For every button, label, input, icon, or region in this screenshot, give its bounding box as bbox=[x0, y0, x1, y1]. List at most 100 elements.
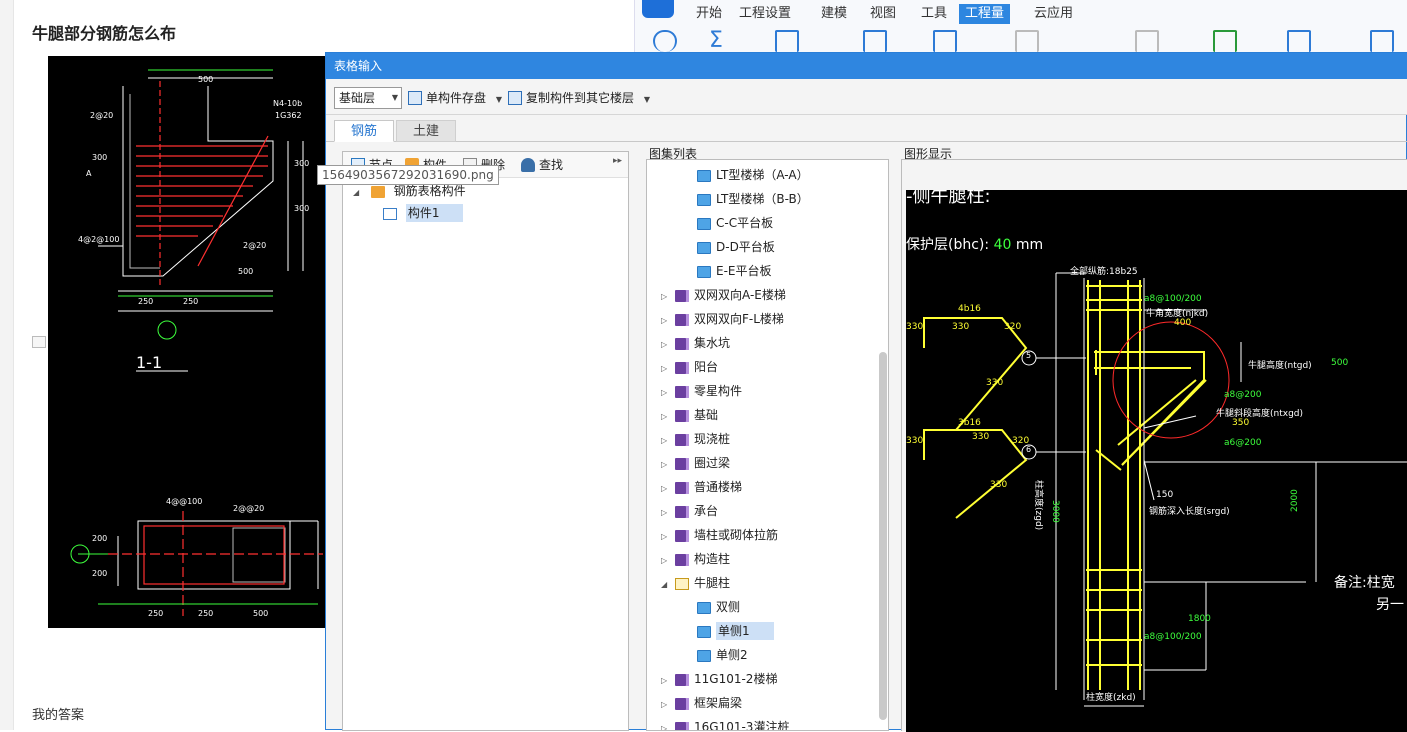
menu-tools[interactable]: 工具 bbox=[915, 4, 953, 24]
expand-triangle-icon[interactable]: ▷ bbox=[661, 478, 675, 500]
atlas-item[interactable]: ▷ 16G101-3灌注桩 bbox=[661, 716, 790, 731]
atlas-item[interactable]: ◢ 牛腿柱 bbox=[661, 572, 730, 594]
atlas-item[interactable]: ▷ 集水坑 bbox=[661, 332, 730, 354]
collapse-triangle-icon[interactable]: ◢ bbox=[353, 182, 367, 204]
expand-triangle-icon[interactable]: ▷ bbox=[661, 694, 675, 716]
menu-cloud[interactable]: 云应用 bbox=[1028, 4, 1079, 24]
expand-triangle-icon[interactable]: ▷ bbox=[661, 502, 675, 524]
tab-rebar[interactable]: 钢筋 bbox=[334, 120, 394, 142]
binoculars-icon bbox=[521, 158, 535, 172]
page-icon bbox=[697, 265, 711, 278]
atlas-item[interactable]: ▷ 普通楼梯 bbox=[661, 476, 742, 498]
dialog-title[interactable]: 表格输入 bbox=[326, 53, 1407, 79]
expand-triangle-icon[interactable]: ▷ bbox=[661, 670, 675, 692]
expand-triangle-icon[interactable]: ▷ bbox=[661, 718, 675, 730]
menu-project-settings[interactable]: 工程设置 bbox=[733, 4, 797, 24]
expand-triangle-icon[interactable]: ▷ bbox=[661, 382, 675, 404]
atlas-item-label: 圈过梁 bbox=[694, 456, 731, 470]
atlas-item[interactable]: E-E平台板 bbox=[697, 260, 772, 282]
atlas-item[interactable]: ▷ 双网双向A-E楼梯 bbox=[661, 284, 786, 306]
atlas-item[interactable]: ▷ 阳台 bbox=[661, 356, 718, 378]
expand-triangle-icon[interactable]: ▷ bbox=[661, 430, 675, 452]
app-ribbon: 开始 工程设置 建模 视图 工具 工程量 云应用 Σ bbox=[634, 0, 1407, 52]
scrollbar-thumb[interactable] bbox=[879, 352, 887, 720]
book-icon bbox=[675, 673, 689, 686]
cad-dim-left-1: 2@20 bbox=[90, 111, 113, 120]
atlas-item[interactable]: ▷ 墙柱或砌体拉筋 bbox=[661, 524, 778, 546]
atlas-item[interactable]: ▷ 零星构件 bbox=[661, 380, 742, 402]
drawing-heading: -侧牛腿柱: bbox=[906, 190, 991, 207]
page-icon bbox=[697, 169, 711, 182]
atlas-item-label: 现浇桩 bbox=[694, 432, 731, 446]
edit-rebar-icon[interactable] bbox=[933, 30, 957, 52]
rebar6-dim-4: 330 bbox=[990, 480, 1008, 490]
copy-to-floor-button[interactable]: 复制构件到其它楼层 ▼ bbox=[506, 87, 650, 109]
menu-quantity[interactable]: 工程量 bbox=[959, 4, 1011, 24]
chevron-down-icon: ▼ bbox=[391, 93, 398, 102]
atlas-item[interactable]: ▷ 承台 bbox=[661, 500, 718, 522]
table-edit-icon[interactable] bbox=[1287, 30, 1311, 52]
expand-triangle-icon[interactable]: ▷ bbox=[661, 286, 675, 308]
component-icon bbox=[383, 207, 397, 220]
atlas-item[interactable]: D-D平台板 bbox=[697, 236, 775, 258]
atlas-item[interactable]: ▷ 圈过梁 bbox=[661, 452, 730, 474]
atlas-item[interactable]: C-C平台板 bbox=[697, 212, 773, 234]
cad-note-mid: 2@20 bbox=[243, 241, 266, 250]
book-icon bbox=[675, 481, 689, 494]
atlas-item[interactable]: ▷ 基础 bbox=[661, 404, 718, 426]
atlas-item[interactable]: ▷ 构造柱 bbox=[661, 548, 730, 570]
expand-triangle-icon[interactable]: ▷ bbox=[661, 550, 675, 572]
expand-triangle-icon[interactable]: ▷ bbox=[661, 310, 675, 332]
atlas-item-label: 11G101-2楼梯 bbox=[694, 672, 778, 686]
page-icon bbox=[697, 217, 711, 230]
find-button[interactable]: 查找 bbox=[521, 156, 563, 174]
report-icon[interactable] bbox=[775, 30, 799, 52]
expand-triangle-icon[interactable]: ▷ bbox=[661, 334, 675, 356]
atlas-item[interactable]: 单侧2 bbox=[697, 644, 748, 666]
atlas-item[interactable]: ▷ 框架扁梁 bbox=[661, 692, 742, 714]
app-logo-icon bbox=[642, 0, 674, 18]
atlas-item[interactable]: 单侧1 bbox=[697, 620, 774, 642]
atlas-item[interactable]: LT型楼梯（B-B） bbox=[697, 188, 809, 210]
tree-item-component-1[interactable]: 构件1 bbox=[383, 202, 464, 224]
expand-triangle-icon[interactable]: ▷ bbox=[661, 526, 675, 548]
doc-search-icon[interactable] bbox=[1370, 30, 1394, 52]
image-filename-tooltip: 1564903567292031690.png bbox=[317, 165, 499, 185]
floor-select[interactable]: 基础层 ▼ bbox=[334, 87, 402, 109]
book-icon bbox=[675, 553, 689, 566]
book-icon bbox=[675, 337, 689, 350]
overflow-chevron-icon[interactable]: ▸▸ bbox=[613, 156, 622, 166]
expand-triangle-icon[interactable]: ▷ bbox=[661, 358, 675, 380]
rebar5-dim-1: 330 bbox=[906, 322, 924, 332]
expand-triangle-icon[interactable]: ▷ bbox=[661, 454, 675, 476]
cad-drawing-image: 500 N4-10b 1G362 2@20 300 A 4@2@100 300 … bbox=[48, 56, 325, 628]
view-rebar-icon[interactable] bbox=[863, 30, 887, 52]
cloud-calc-icon[interactable] bbox=[653, 30, 677, 52]
tab-civil[interactable]: 土建 bbox=[396, 120, 456, 142]
atlas-item[interactable]: LT型楼梯（A-A） bbox=[697, 164, 809, 186]
atlas-item[interactable]: ▷ 现浇桩 bbox=[661, 428, 730, 450]
page-gutter bbox=[0, 0, 14, 730]
atlas-item[interactable]: ▷ 11G101-2楼梯 bbox=[661, 668, 777, 690]
sum-icon[interactable]: Σ bbox=[709, 30, 733, 52]
menu-start[interactable]: 开始 bbox=[690, 4, 728, 24]
cad-plan-dim-2: 250 bbox=[198, 609, 213, 618]
book-icon bbox=[675, 505, 689, 518]
graphic-display-pane: -侧牛腿柱: 保护层(bhc): 40 mm 全部纵筋:18b25 a8@100… bbox=[901, 159, 1407, 732]
table-input-dialog: 表格输入 基础层 ▼ 单构件存盘 ▼ 复制构件到其它楼层 ▼ 钢筋 土建 节点 bbox=[325, 52, 1407, 732]
atlas-item-label: 16G101-3灌注桩 bbox=[694, 720, 790, 731]
atlas-item-label: 牛腿柱 bbox=[694, 576, 731, 590]
save-component-button[interactable]: 单构件存盘 ▼ bbox=[406, 87, 502, 109]
menu-view[interactable]: 视图 bbox=[864, 4, 902, 24]
stirrup-bottom-label: a8@100/200 bbox=[1144, 632, 1202, 642]
atlas-item-label: 单侧2 bbox=[716, 648, 748, 662]
atlas-item[interactable]: ▷ 双网双向F-L楼梯 bbox=[661, 308, 784, 330]
atlas-item-label: C-C平台板 bbox=[716, 216, 774, 230]
expand-triangle-icon[interactable]: ▷ bbox=[661, 406, 675, 428]
collapse-triangle-icon[interactable]: ◢ bbox=[661, 574, 675, 596]
atlas-item[interactable]: 双侧 bbox=[697, 596, 740, 618]
menu-modeling[interactable]: 建模 bbox=[815, 4, 853, 24]
atlas-item-label: 阳台 bbox=[694, 360, 719, 374]
corbel-drawing-svg bbox=[923, 272, 1407, 707]
check-icon[interactable] bbox=[1213, 30, 1237, 52]
